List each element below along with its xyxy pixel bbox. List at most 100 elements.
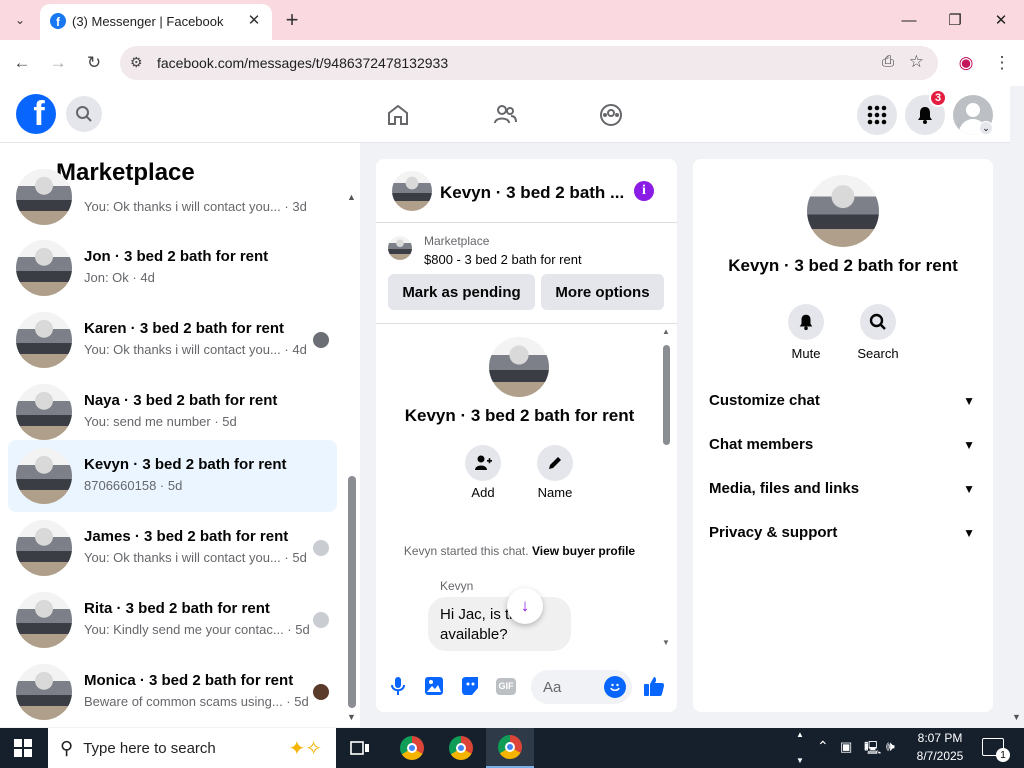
friends-icon[interactable] [488,98,522,132]
volume-icon[interactable]: 🕪 [886,738,895,755]
message-bubble[interactable]: Hi Jac, is th l available? [428,597,571,651]
chevron-down-icon: ▼ [963,438,975,452]
clock-date[interactable]: 8/7/2025 [908,749,972,763]
message-composer: GIF Aa [376,662,677,712]
chrome-taskbar-app-icon[interactable] [437,728,485,768]
chat-title[interactable]: Kevyn · 3 bed 2 bath ... [440,183,624,203]
home-icon[interactable] [381,98,415,132]
listing-thumbnail[interactable] [388,236,412,260]
conversation-avatar [16,169,72,225]
microphone-icon[interactable] [387,675,409,697]
tab-search-dropdown-button[interactable]: ⌄ [8,8,32,32]
taskbar-search-box[interactable]: ⚲ Type here to search ✦✧ [48,728,336,768]
conversation-avatar [16,448,72,504]
browser-tab-strip: ⌄ f (3) Messenger | Facebook ✕ + — ❐ ✕ [0,0,1024,40]
conversation-item[interactable]: Jon · 3 bed 2 bath for rent Jon: Ok · 4d [8,232,337,304]
chat-scrollbar[interactable] [663,345,670,445]
customize-chat-section[interactable]: Customize chat ▼ [709,392,979,414]
scroll-to-bottom-arrow-icon[interactable]: ↓ [507,588,543,624]
mute-button[interactable]: Mute [776,304,836,361]
facebook-logo-icon[interactable]: f [16,94,56,134]
close-window-button[interactable]: ✕ [978,0,1024,40]
site-info-icon[interactable]: ⚙ [130,54,143,71]
windows-start-icon[interactable] [14,739,32,762]
info-icon[interactable]: i [634,181,654,201]
menu-grid-icon[interactable] [857,95,897,135]
privacy-support-section[interactable]: Privacy & support ▼ [709,524,979,546]
conversation-item[interactable]: Rita · 3 bed 2 bath for rent You: Kindly… [8,584,337,656]
chevron-down-icon: ▼ [963,526,975,540]
conversation-preview: You: Ok thanks i will contact you... · 4… [84,342,307,357]
scroll-down-arrow-icon[interactable]: ▼ [347,712,356,722]
profile-name: Kevyn · 3 bed 2 bath for rent [404,406,635,425]
emoji-icon[interactable] [604,676,626,698]
search-icon[interactable] [66,96,102,132]
marketplace-conversation-list: ← Marketplace You: Ok thanks i will cont… [0,143,360,727]
back-icon[interactable]: ← [8,49,36,77]
close-tab-icon[interactable]: ✕ [244,10,264,30]
conversation-scrollbar[interactable] [348,476,356,708]
profile-avatar [489,337,549,397]
chat-header: Kevyn · 3 bed 2 bath ... i [376,159,677,223]
listing-title[interactable]: $800 - 3 bed 2 bath for rent [424,252,582,267]
profile-icon[interactable]: ◉ [952,49,980,77]
thumbs-up-icon[interactable] [643,675,665,697]
action-center-badge: 1 [996,748,1010,762]
mark-as-pending-button[interactable]: Mark as pending [388,274,535,310]
read-receipt-avatar [313,684,329,700]
conversation-preview: You: Kindly send me your contac... · 5d [84,622,310,637]
conversation-name: Monica · 3 bed 2 bath for rent [84,672,294,689]
conversation-item[interactable]: Karen · 3 bed 2 bath for rent You: Ok th… [8,304,337,376]
address-bar[interactable]: ⚙ facebook.com/messages/t/94863724781329… [120,46,938,80]
chat-avatar[interactable] [392,171,432,211]
more-options-button[interactable]: More options [541,274,664,310]
message-input[interactable]: Aa [531,670,632,704]
media-files-links-section[interactable]: Media, files and links ▼ [709,480,979,502]
minimize-button[interactable]: — [886,0,932,40]
chat-scroll-down-icon[interactable]: ▼ [662,638,670,647]
photo-gallery-icon[interactable] [423,675,445,697]
search-conversation-button[interactable]: Search [848,304,908,361]
network-icon[interactable]: 🖳 [864,739,881,761]
page-scroll-down-icon[interactable]: ▼ [1012,712,1021,722]
browser-tab[interactable]: f (3) Messenger | Facebook ✕ [40,4,272,40]
chevron-down-icon: ▼ [963,394,975,408]
menu-kebab-icon[interactable]: ⋮ [988,49,1016,77]
conversation-item[interactable]: You: Ok thanks i will contact you... · 3… [8,161,337,233]
taskbar-scroll-down-icon[interactable]: ▼ [796,756,804,765]
restore-button[interactable]: ❐ [932,0,978,40]
reload-icon[interactable]: ↻ [80,49,108,77]
meet-now-icon[interactable]: ▣ [840,739,852,755]
chat-info-name: Kevyn · 3 bed 2 bath for rent [728,256,958,275]
show-hidden-icons-chevron-icon[interactable]: ⌃ [817,738,829,755]
add-person-icon[interactable] [465,445,501,481]
chat-members-section[interactable]: Chat members ▼ [709,436,979,458]
task-view-icon[interactable] [336,728,384,768]
edit-name-pencil-icon[interactable] [537,445,573,481]
section-label: Customize chat [709,392,820,409]
gif-icon[interactable]: GIF [495,675,517,697]
chrome-taskbar-app-icon[interactable] [388,728,436,768]
section-label: Media, files and links [709,480,860,497]
account-dropdown-icon[interactable]: ⌄ [979,121,993,135]
conversation-item-active[interactable]: Kevyn · 3 bed 2 bath for rent 8706660158… [8,440,337,512]
new-tab-button[interactable]: + [280,6,304,34]
forward-icon[interactable]: → [44,49,72,77]
conversation-item[interactable]: Naya · 3 bed 2 bath for rent You: send m… [8,376,337,448]
groups-icon[interactable] [594,98,628,132]
chrome-taskbar-app-active-icon[interactable] [486,728,534,768]
taskbar-scroll-up-icon[interactable]: ▲ [796,730,804,739]
install-app-icon[interactable]: ⎙ [882,53,894,70]
mute-bell-icon [788,304,824,340]
view-buyer-profile-link[interactable]: View buyer profile [532,544,635,558]
clock-time[interactable]: 8:07 PM [908,731,972,745]
chat-scroll-up-icon[interactable]: ▲ [662,327,670,336]
tab-title: (3) Messenger | Facebook [72,14,224,29]
bookmark-star-icon[interactable]: ☆ [909,52,924,72]
chat-started-notice: Kevyn started this chat. View buyer prof… [376,544,663,558]
sticker-icon[interactable] [459,675,481,697]
windows-taskbar: ⚲ Type here to search ✦✧ ▲ ▼ ⌃ ▣ 🖳 🕪 8:0… [0,728,1024,768]
scroll-up-arrow-icon[interactable]: ▲ [347,192,356,202]
conversation-item[interactable]: Monica · 3 bed 2 bath for rent Beware of… [8,656,337,727]
conversation-item[interactable]: James · 3 bed 2 bath for rent You: Ok th… [8,512,337,584]
